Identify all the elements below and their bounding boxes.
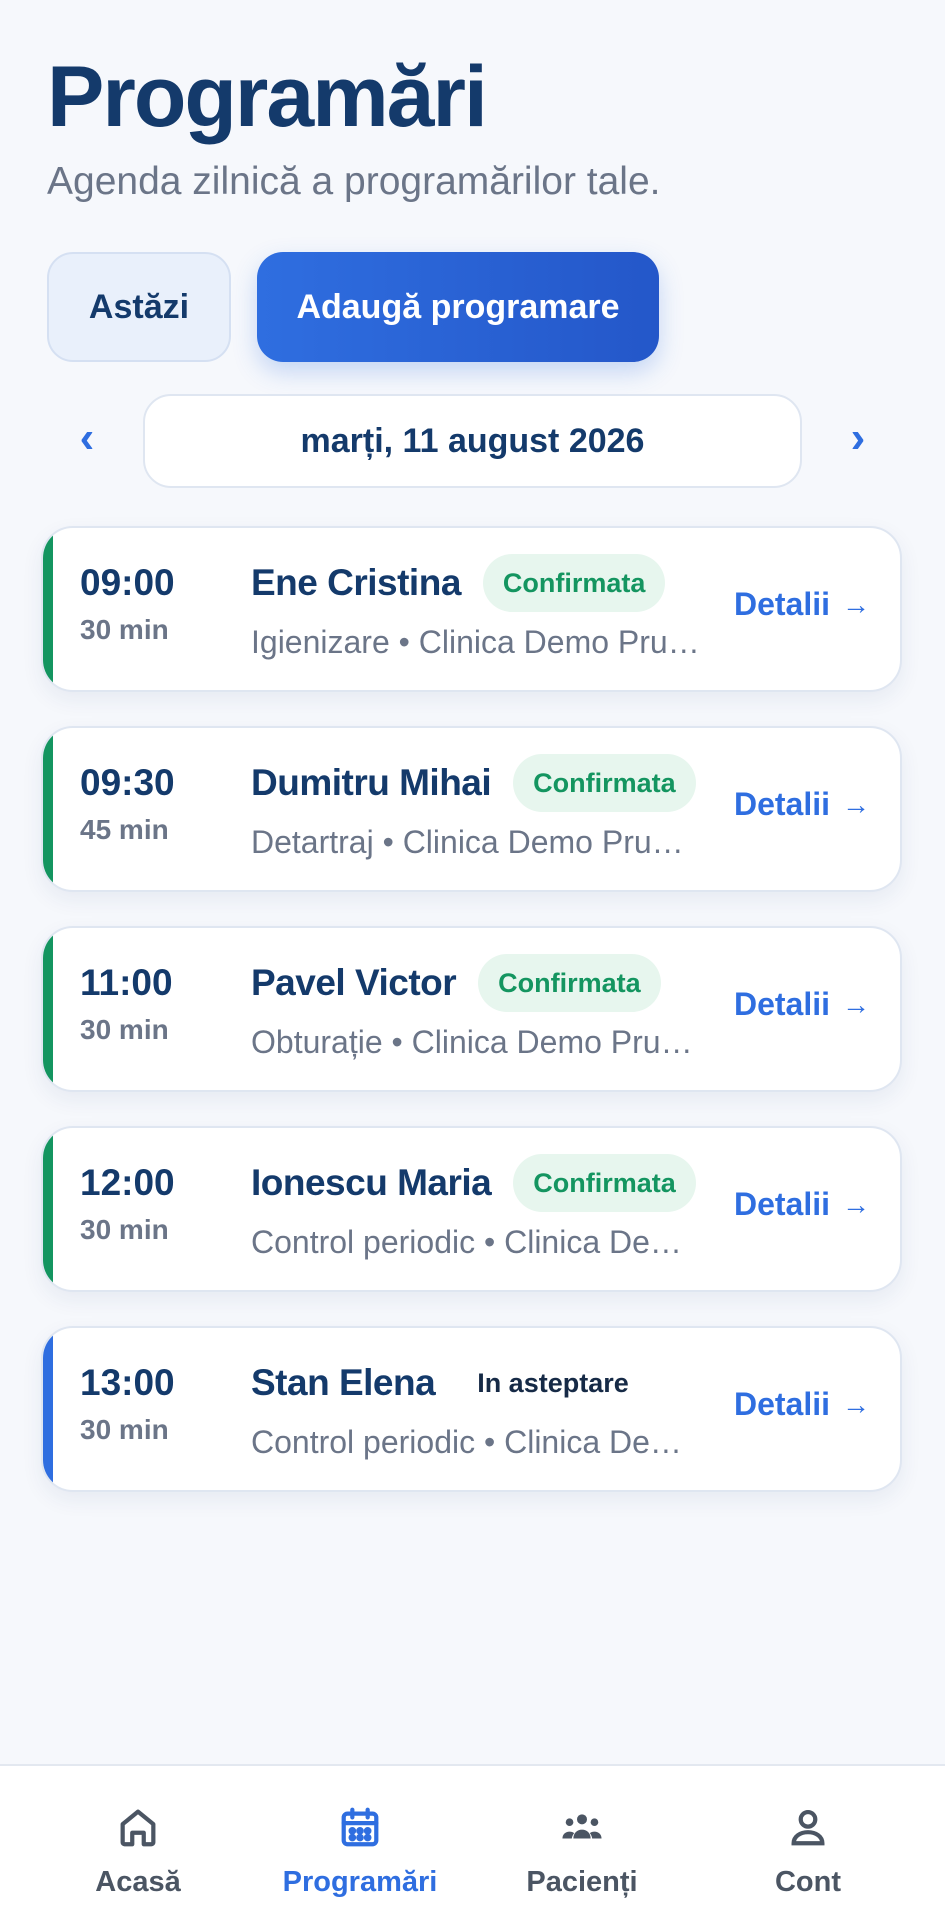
status-accent-bar xyxy=(43,1328,53,1490)
appointment-meta: Igienizare • Clinica Demo Pru… xyxy=(251,624,700,660)
details-link[interactable]: Detalii → xyxy=(734,1386,870,1423)
status-badge: Confirmata xyxy=(513,1154,696,1212)
nav-label: Pacienți xyxy=(526,1866,638,1898)
appointment-duration: 30 min xyxy=(80,1214,169,1245)
status-badge: Confirmata xyxy=(478,954,661,1012)
status-accent-bar xyxy=(43,928,53,1090)
status-accent-bar xyxy=(43,728,53,890)
nav-item-patients[interactable]: Pacienți xyxy=(482,1766,682,1931)
appointment-meta: Obturație • Clinica Demo Pru… xyxy=(251,1024,693,1060)
patient-name: Dumitru Mihai xyxy=(251,762,492,803)
nav-item-home[interactable]: Acasă xyxy=(38,1766,238,1931)
appointment-card[interactable]: 13:00 30 min Stan Elena In asteptare Con… xyxy=(41,1326,902,1492)
status-badge: Confirmata xyxy=(482,554,666,612)
nav-item-calendar[interactable]: Programări xyxy=(260,1766,460,1931)
details-label: Detalii xyxy=(733,586,830,622)
page-title: Programări xyxy=(47,49,488,145)
appointment-time: 09:30 xyxy=(80,762,175,803)
appointment-meta: Control periodic • Clinica De… xyxy=(251,1224,682,1260)
arrow-right-icon: → xyxy=(842,588,870,620)
appointment-duration: 45 min xyxy=(80,814,169,845)
details-label: Detalii xyxy=(733,786,830,822)
nav-label: Programări xyxy=(282,1866,438,1898)
user-icon xyxy=(785,1804,831,1850)
details-link[interactable]: Detalii → xyxy=(734,986,870,1023)
page-subtitle: Agenda zilnică a programărilor tale. xyxy=(47,160,661,203)
chevron-right-icon[interactable]: › xyxy=(828,408,888,468)
nav-label: Acasă xyxy=(95,1866,181,1898)
appointment-meta: Detartraj • Clinica Demo Pru… xyxy=(251,824,684,860)
appointment-meta: Control periodic • Clinica De… xyxy=(251,1424,682,1460)
patient-row: Dumitru Mihai Confirmata xyxy=(251,754,696,812)
current-date[interactable]: marți, 11 august 2026 xyxy=(143,394,802,488)
arrow-right-icon: → xyxy=(842,1188,870,1220)
appointment-time: 12:00 xyxy=(80,1162,175,1203)
status-badge: In asteptare xyxy=(477,1367,629,1398)
patient-name: Ene Cristina xyxy=(251,562,461,603)
add-appointment-button[interactable]: Adaugă programare xyxy=(257,252,659,362)
calendar-icon xyxy=(337,1804,383,1850)
date-navigator: ‹ marți, 11 august 2026 › xyxy=(0,394,945,488)
details-link[interactable]: Detalii → xyxy=(734,1186,870,1223)
appointment-duration: 30 min xyxy=(80,1414,169,1445)
status-badge: Confirmata xyxy=(513,754,696,812)
appointment-card[interactable]: 09:30 45 min Dumitru Mihai Confirmata De… xyxy=(41,726,902,892)
appointment-duration: 30 min xyxy=(80,614,169,645)
appointment-duration: 30 min xyxy=(80,1014,169,1045)
arrow-right-icon: → xyxy=(842,788,870,820)
appointment-time: 09:00 xyxy=(80,562,175,603)
nav-item-user[interactable]: Cont xyxy=(708,1766,908,1931)
status-accent-bar xyxy=(43,1128,53,1290)
details-label: Detalii xyxy=(733,1186,830,1222)
arrow-right-icon: → xyxy=(842,1388,870,1420)
today-button[interactable]: Astăzi xyxy=(47,252,231,362)
home-icon xyxy=(115,1804,161,1850)
patients-icon xyxy=(559,1804,605,1850)
details-link[interactable]: Detalii → xyxy=(734,786,870,823)
chevron-left-icon[interactable]: ‹ xyxy=(57,408,117,468)
patient-name: Ionescu Maria xyxy=(251,1162,492,1203)
appointment-card[interactable]: 09:00 30 min Ene Cristina Confirmata Igi… xyxy=(41,526,902,692)
details-label: Detalii xyxy=(733,986,830,1022)
patient-row: Pavel Victor Confirmata xyxy=(251,954,661,1012)
appointment-time: 11:00 xyxy=(80,962,173,1003)
arrow-right-icon: → xyxy=(842,988,870,1020)
status-accent-bar xyxy=(43,528,53,690)
appointments-screen: Programări Agenda zilnică a programărilo… xyxy=(0,0,945,1764)
patient-row: Stan Elena In asteptare xyxy=(251,1354,649,1412)
nav-label: Cont xyxy=(774,1866,842,1898)
patient-name: Stan Elena xyxy=(251,1362,436,1403)
appointment-card[interactable]: 12:00 30 min Ionescu Maria Confirmata Co… xyxy=(41,1126,902,1292)
patient-row: Ene Cristina Confirmata xyxy=(251,554,666,612)
details-label: Detalii xyxy=(733,1386,830,1422)
appointment-card[interactable]: 11:00 30 min Pavel Victor Confirmata Obt… xyxy=(41,926,902,1092)
details-link[interactable]: Detalii → xyxy=(734,586,870,623)
patient-name: Pavel Victor xyxy=(251,962,457,1003)
appointment-list: 09:00 30 min Ene Cristina Confirmata Igi… xyxy=(41,526,902,1526)
patient-row: Ionescu Maria Confirmata xyxy=(251,1154,696,1212)
bottom-navigation: Acasă Programări Pacienți Cont xyxy=(0,1764,945,1931)
appointment-time: 13:00 xyxy=(80,1362,175,1403)
